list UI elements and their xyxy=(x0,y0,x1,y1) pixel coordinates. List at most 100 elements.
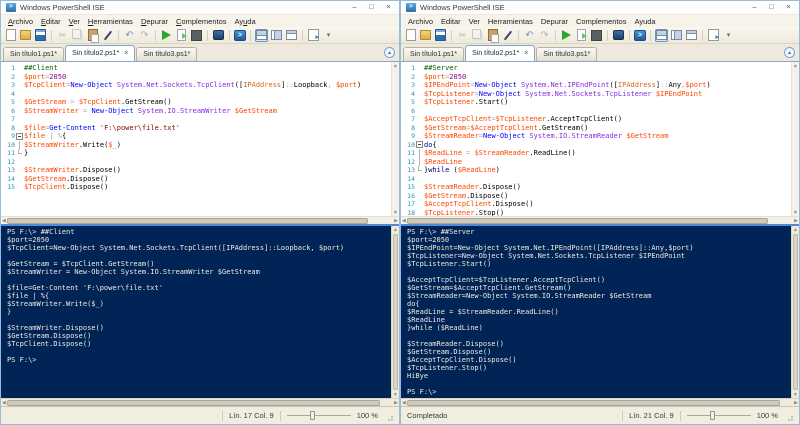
scroll-right-icon[interactable]: ▶ xyxy=(394,399,398,406)
scroll-down-icon[interactable]: ▼ xyxy=(393,209,398,216)
new-remote-powershell-tab-icon[interactable] xyxy=(212,29,225,42)
fold-collapse-icon[interactable] xyxy=(16,133,23,140)
menu-item-depurar[interactable]: Depurar xyxy=(137,17,172,26)
scrollbar-thumb[interactable] xyxy=(7,400,380,406)
scroll-right-icon[interactable]: ▶ xyxy=(794,217,798,224)
scrollbar-thumb[interactable] xyxy=(7,218,368,224)
menu-item-archivo[interactable]: Archivo xyxy=(4,17,37,26)
redo-icon[interactable] xyxy=(538,29,551,42)
run-selection-icon[interactable] xyxy=(575,29,588,42)
tab-sin-título1.ps1*[interactable]: Sin título1.ps1* xyxy=(403,47,464,61)
paste-icon[interactable] xyxy=(486,29,499,42)
save-script-icon[interactable] xyxy=(434,29,447,42)
editor-horizontal-scrollbar[interactable]: ◀ ▶ xyxy=(1,216,399,224)
script-pane-right-icon[interactable] xyxy=(270,29,283,42)
console-vertical-scrollbar[interactable]: ▲ ▼ xyxy=(391,226,399,398)
console-pane[interactable]: PS F:\> ##Client$port=2050$TcpClient=New… xyxy=(1,226,399,406)
tab-close-icon[interactable]: × xyxy=(524,50,528,57)
script-pane-top-icon[interactable] xyxy=(655,29,668,42)
redo-icon[interactable] xyxy=(138,29,151,42)
run-script-icon[interactable] xyxy=(160,29,173,42)
scroll-right-icon[interactable]: ▶ xyxy=(394,217,398,224)
menu-item-complementos[interactable]: Complementos xyxy=(172,17,230,26)
console-pane[interactable]: PS F:\> ##Server$port=2050$IPEndPoint=Ne… xyxy=(401,226,799,406)
menu-item-ayuda[interactable]: Ayuda xyxy=(630,17,659,26)
tab-sin-título1.ps1*[interactable]: Sin título1.ps1* xyxy=(3,47,64,61)
scroll-up-icon[interactable]: ▲ xyxy=(393,62,398,69)
scroll-down-icon[interactable]: ▼ xyxy=(793,391,798,398)
scrollbar-track[interactable] xyxy=(406,400,794,406)
editor-vertical-scrollbar[interactable]: ▲ ▼ xyxy=(791,62,799,216)
collapse-script-pane-button[interactable]: ▲ xyxy=(784,47,795,58)
run-selection-icon[interactable] xyxy=(175,29,188,42)
scroll-up-icon[interactable]: ▲ xyxy=(793,62,798,69)
scrollbar-thumb[interactable] xyxy=(407,400,780,406)
tab-sin-título3.ps1*[interactable]: Sin título3.ps1* xyxy=(536,47,597,61)
tab-sin-título3.ps1*[interactable]: Sin título3.ps1* xyxy=(136,47,197,61)
zoom-slider-thumb[interactable] xyxy=(310,411,315,420)
undo-icon[interactable] xyxy=(523,29,536,42)
menu-item-ver[interactable]: Ver xyxy=(465,17,484,26)
scrollbar-thumb[interactable] xyxy=(393,234,398,390)
script-pane-maximized-icon[interactable] xyxy=(285,29,298,42)
zoom-slider-thumb[interactable] xyxy=(710,411,715,420)
script-pane-maximized-icon[interactable] xyxy=(685,29,698,42)
editor-horizontal-scrollbar[interactable]: ◀ ▶ xyxy=(401,216,799,224)
menu-item-archivo[interactable]: Archivo xyxy=(404,17,437,26)
zoom-slider[interactable] xyxy=(287,415,351,416)
collapse-script-pane-button[interactable]: ▲ xyxy=(384,47,395,58)
start-powershell-icon[interactable] xyxy=(234,30,246,41)
script-pane[interactable]: 1##Client2$port=20503$TcpClient=New-Obje… xyxy=(1,61,399,224)
resize-grip[interactable] xyxy=(786,414,793,421)
minimize-button[interactable]: – xyxy=(746,1,763,14)
copy-icon[interactable] xyxy=(71,29,84,42)
fold-collapse-icon[interactable] xyxy=(416,141,423,148)
scroll-down-icon[interactable]: ▼ xyxy=(393,391,398,398)
script-editor[interactable]: 1##Client2$port=20503$TcpClient=New-Obje… xyxy=(1,62,391,216)
save-script-icon[interactable] xyxy=(34,29,47,42)
maximize-button[interactable]: □ xyxy=(363,1,380,14)
tab-sin-título2.ps1*[interactable]: Sin título2.ps1*× xyxy=(465,45,535,61)
show-script-pane-icon[interactable] xyxy=(307,29,320,42)
maximize-button[interactable]: □ xyxy=(763,1,780,14)
toolbar-overflow-icon[interactable] xyxy=(322,29,335,42)
start-powershell-icon[interactable] xyxy=(634,30,646,41)
scrollbar-thumb[interactable] xyxy=(793,234,798,390)
console-vertical-scrollbar[interactable]: ▲ ▼ xyxy=(791,226,799,398)
open-script-icon[interactable] xyxy=(419,29,432,42)
menu-item-complementos[interactable]: Complementos xyxy=(572,17,630,26)
new-remote-powershell-tab-icon[interactable] xyxy=(612,29,625,42)
show-script-pane-icon[interactable] xyxy=(707,29,720,42)
zoom-slider[interactable] xyxy=(687,415,751,416)
run-script-icon[interactable] xyxy=(560,29,573,42)
minimize-button[interactable]: – xyxy=(346,1,363,14)
stop-operation-icon[interactable] xyxy=(590,29,603,42)
clear-console-icon[interactable] xyxy=(501,29,514,42)
script-editor[interactable]: 1##Server2$port=20503$IPEndPoint=New-Obj… xyxy=(401,62,791,216)
new-script-icon[interactable] xyxy=(404,29,417,42)
script-pane[interactable]: 1##Server2$port=20503$IPEndPoint=New-Obj… xyxy=(401,61,799,224)
script-pane-right-icon[interactable] xyxy=(670,29,683,42)
editor-vertical-scrollbar[interactable]: ▲ ▼ xyxy=(391,62,399,216)
scrollbar-track[interactable] xyxy=(406,218,794,224)
title-bar[interactable]: Windows PowerShell ISE – □ × xyxy=(1,1,399,15)
menu-item-ayuda[interactable]: Ayuda xyxy=(231,17,260,26)
tab-close-icon[interactable]: × xyxy=(124,50,128,57)
scrollbar-thumb[interactable] xyxy=(407,218,768,224)
copy-icon[interactable] xyxy=(471,29,484,42)
tab-sin-título2.ps1*[interactable]: Sin título2.ps1*× xyxy=(65,45,135,61)
cut-icon[interactable] xyxy=(56,29,69,42)
close-button[interactable]: × xyxy=(780,1,797,14)
menu-item-depurar[interactable]: Depurar xyxy=(537,17,572,26)
clear-console-icon[interactable] xyxy=(101,29,114,42)
cut-icon[interactable] xyxy=(456,29,469,42)
close-button[interactable]: × xyxy=(380,1,397,14)
scroll-up-icon[interactable]: ▲ xyxy=(793,226,798,233)
resize-grip[interactable] xyxy=(386,414,393,421)
menu-item-herramientas[interactable]: Herramientas xyxy=(84,17,137,26)
console-horizontal-scrollbar[interactable]: ◀ ▶ xyxy=(401,398,799,406)
scroll-right-icon[interactable]: ▶ xyxy=(794,399,798,406)
title-bar[interactable]: Windows PowerShell ISE – □ × xyxy=(401,1,799,15)
undo-icon[interactable] xyxy=(123,29,136,42)
menu-item-editar[interactable]: Editar xyxy=(437,17,465,26)
